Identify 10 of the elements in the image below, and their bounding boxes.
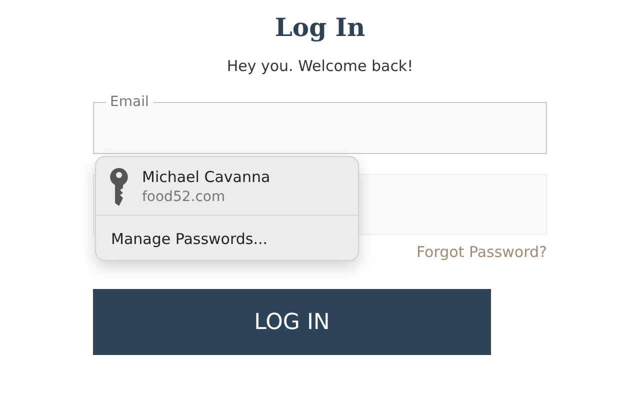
manage-passwords-item[interactable]: Manage Passwords... (96, 216, 358, 260)
account-site: food52.com (142, 188, 226, 207)
login-button[interactable]: LOG IN (93, 289, 491, 355)
key-icon (110, 168, 128, 206)
page-title: Log In (274, 12, 366, 44)
email-label: Email (109, 94, 150, 110)
email-field[interactable]: Email (93, 94, 547, 154)
account-name: Michael Cavanna (142, 167, 270, 187)
welcome-text: Hey you. Welcome back! (226, 56, 414, 76)
account-item[interactable]: Michael Cavanna food52.com (96, 157, 358, 216)
